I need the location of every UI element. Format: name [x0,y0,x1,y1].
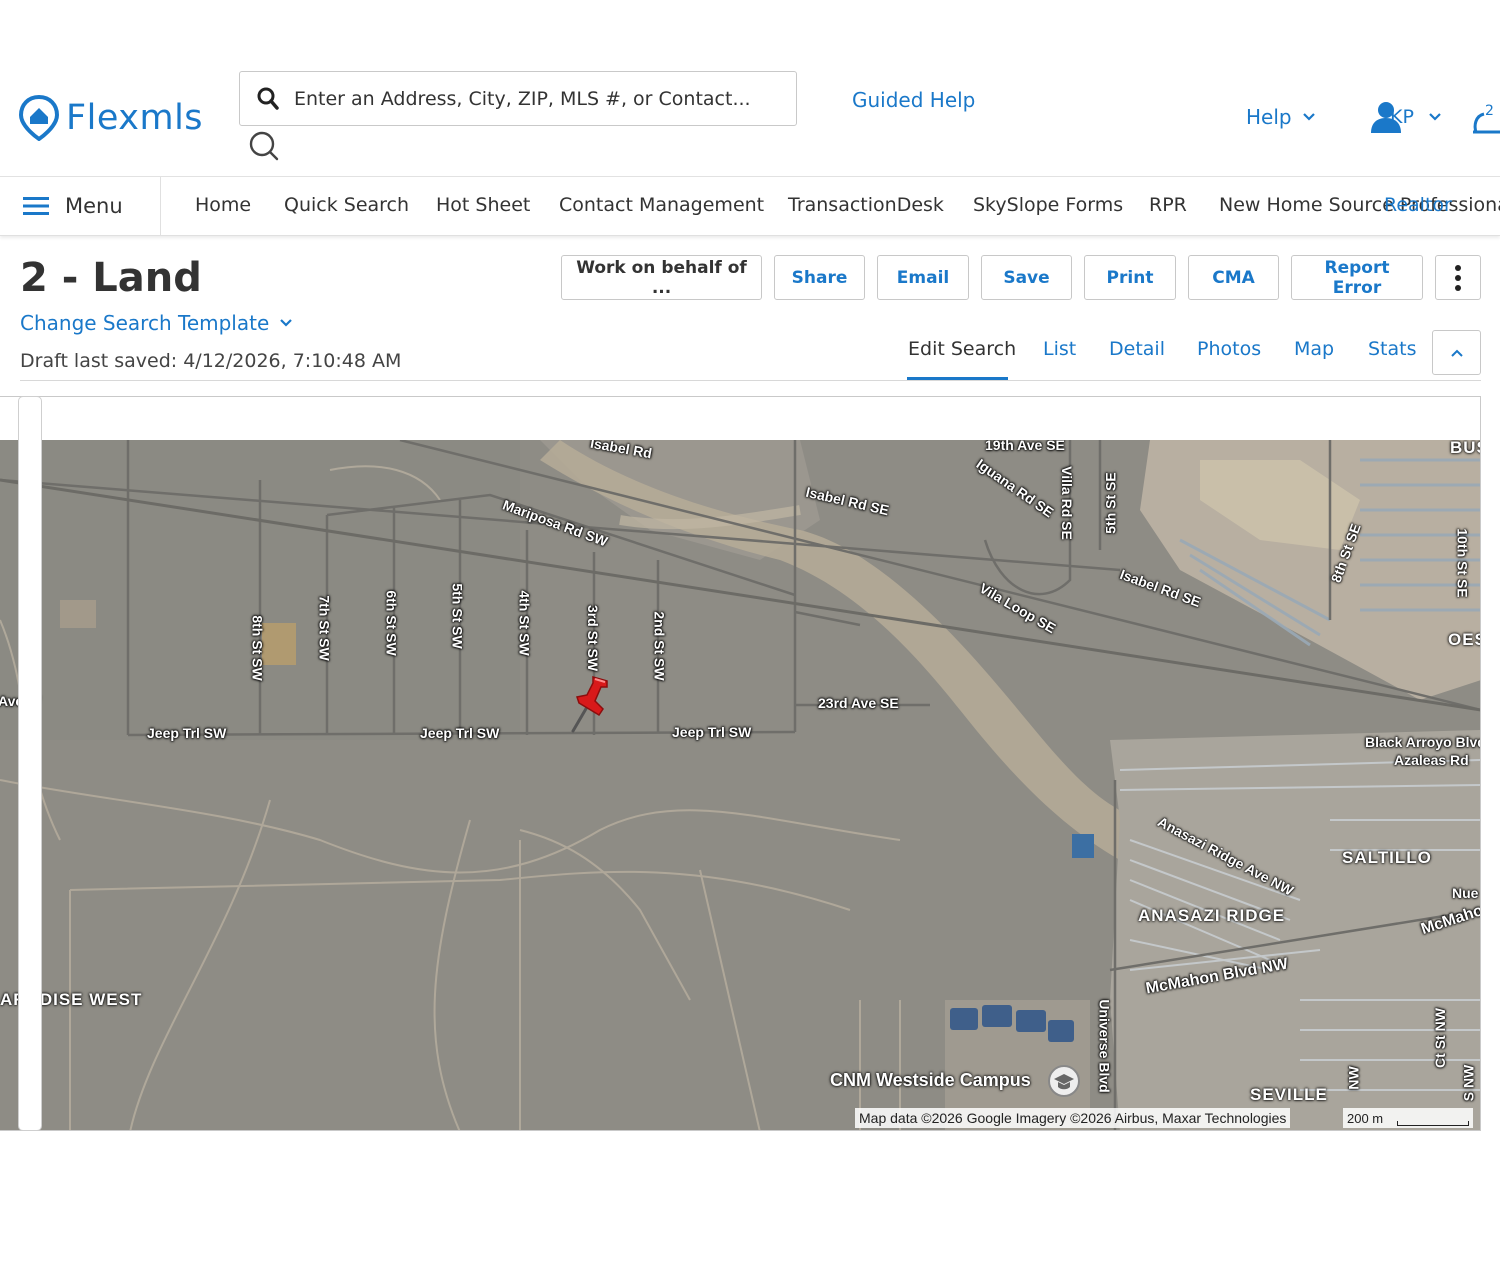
active-tab-indicator [907,377,1008,380]
nav-realtor[interactable]: Realtor [1384,194,1500,216]
share-button[interactable]: Share [774,255,865,300]
tab-map[interactable]: Map [1294,338,1334,360]
page-title: 2 - Land [20,255,202,301]
chevron-down-icon [280,319,293,327]
street-label: 10th St SE [1454,528,1471,598]
search-icon [257,87,279,110]
change-search-template[interactable]: Change Search Template [20,311,293,335]
map-scale: 200 m [1343,1108,1473,1128]
user-initials: KP [1390,106,1414,128]
nav-contact-management[interactable]: Contact Management [559,194,764,216]
street-label: NW [1345,1066,1362,1090]
street-label: 4th St SW [516,590,533,656]
pushpin-marker-icon[interactable] [565,675,615,737]
menu-label: Menu [65,194,123,218]
street-label: Villa Rd SE [1058,466,1075,540]
home-pin-icon [18,95,60,141]
menu-button[interactable]: Menu [0,177,161,235]
work-on-behalf-button[interactable]: Work on behalf of ... [561,255,762,300]
street-label: 19th Ave SE [985,440,1065,453]
help-label: Help [1246,105,1292,129]
report-error-button[interactable]: Report Error [1291,255,1423,300]
nav-quick-search[interactable]: Quick Search [284,194,409,216]
guided-help-link[interactable]: Guided Help [852,88,975,112]
logo-wordmark: Flexmls [66,98,204,138]
map-resize-handle[interactable] [18,396,42,1131]
search-input[interactable] [292,81,786,117]
street-label: 8th St SW [249,615,266,681]
street-label: Universe Blvd [1096,999,1113,1093]
hamburger-icon [23,197,49,215]
place-label: OES [1448,630,1480,649]
street-label: Jeep Trl SW [672,724,752,740]
street-label: Azaleas Rd [1394,752,1469,768]
app-header: Flexmls Guided Help Help KP 2 [0,62,1500,177]
street-label: Ct St NW [1431,1008,1448,1068]
satellite-map[interactable]: Isabel Rd Isabel Rd SE Isabel Rd SE Mari… [0,440,1481,1130]
map-attribution: Map data ©2026 Google Imagery ©2026 Airb… [855,1108,1291,1128]
nav-hot-sheet[interactable]: Hot Sheet [436,194,530,216]
street-label: Black Arroyo Blvd [1365,734,1481,750]
place-label: BUS [1450,440,1480,457]
nav-rpr[interactable]: RPR [1149,194,1187,216]
nav-skyslope-forms[interactable]: SkySlope Forms [973,194,1123,216]
user-dropdown[interactable]: KP [1368,100,1442,134]
map-panel: Isabel Rd Isabel Rd SE Isabel Rd SE Mari… [0,396,1481,1131]
nav-transactiondesk[interactable]: TransactionDesk [788,194,944,216]
notification-count: 2 [1485,103,1494,119]
chevron-up-icon [1450,349,1463,357]
main-nav: Menu Home Quick Search Hot Sheet Contact… [0,177,1500,236]
tab-photos[interactable]: Photos [1197,338,1261,360]
tab-stats[interactable]: Stats [1368,338,1417,360]
cma-button[interactable]: CMA [1188,255,1279,300]
school-icon [1048,1065,1080,1097]
search-outline-icon [248,130,280,166]
street-label: Nue [1452,885,1479,901]
notifications-button[interactable]: 2 [1470,100,1500,140]
draft-saved-status: Draft last saved: 4/12/2026, 7:10:48 AM [20,350,402,372]
tab-edit-search[interactable]: Edit Search [908,338,1016,360]
tab-list[interactable]: List [1043,338,1076,360]
tab-detail[interactable]: Detail [1109,338,1165,360]
street-label: S NW [1460,1064,1477,1102]
global-search[interactable] [239,71,797,126]
street-label: Jeep Trl SW [147,725,227,741]
street-label: 2nd St SW [651,611,668,681]
street-label: 5th St SE [1102,472,1119,534]
place-label: SEVILLE [1250,1085,1328,1104]
email-button[interactable]: Email [877,255,969,300]
scale-label: 200 m [1347,1111,1384,1126]
collapse-button[interactable] [1432,330,1481,375]
place-label: ANASAZI RIDGE [1138,906,1286,925]
print-button[interactable]: Print [1084,255,1176,300]
map-imagery [0,440,1480,1130]
save-button[interactable]: Save [981,255,1072,300]
street-label: 23rd Ave SE [818,695,899,711]
cnm-campus-label: CNM Westside Campus [830,1070,1031,1090]
scale-bar [1397,1121,1469,1126]
chevron-down-icon [1302,113,1315,121]
nav-home[interactable]: Home [195,194,251,216]
street-label: 3rd St SW [585,604,602,672]
chevron-down-icon [1429,113,1441,121]
street-label: Jeep Trl SW [420,725,500,741]
more-options-button[interactable] [1435,255,1481,300]
street-label: 7th St SW [316,595,333,661]
map-panel-header [0,397,1480,440]
tabs-divider [20,380,1481,381]
flexmls-logo[interactable]: Flexmls [18,95,203,141]
more-vertical-icon [1455,264,1461,291]
change-template-label: Change Search Template [20,311,270,335]
place-label: SALTILLO [1342,848,1432,867]
street-label: 6th St SW [383,590,400,656]
street-label: 5th St SW [449,583,466,649]
help-dropdown[interactable]: Help [1246,105,1316,129]
